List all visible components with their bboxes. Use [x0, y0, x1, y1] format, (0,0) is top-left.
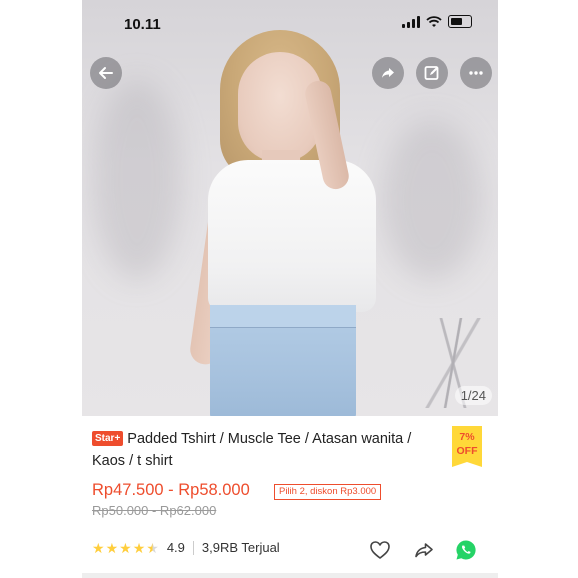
jeans-waistband — [210, 305, 356, 328]
discount-label: OFF — [456, 445, 478, 457]
wall-shadow — [92, 80, 182, 280]
half-star-icon: ★ — [146, 539, 159, 556]
phone-screen: 10.11 1/24 Star+ Padded Tshirt / Muscle … — [82, 0, 498, 578]
wall-shadow — [382, 120, 482, 280]
sold-count: 3,9RB Terjual — [201, 540, 280, 555]
signal-icon — [402, 15, 420, 28]
left-margin — [0, 0, 82, 578]
share-icon — [415, 543, 433, 558]
status-icons — [402, 15, 472, 28]
star-icon: ★ — [92, 539, 105, 556]
heart-icon — [370, 541, 390, 559]
whatsapp-icon — [456, 540, 476, 560]
image-counter: 1/24 — [454, 386, 492, 405]
back-button[interactable] — [90, 57, 122, 89]
product-title: Star+ Padded Tshirt / Muscle Tee / Atasan… — [92, 428, 437, 472]
discount-badge: 7% OFF — [452, 426, 482, 467]
share-icon — [382, 68, 394, 78]
status-time: 10.11 — [124, 16, 161, 33]
star-plus-badge: Star+ — [92, 431, 124, 446]
star-icon: ★ — [132, 539, 146, 556]
price-range: Rp47.500 - Rp58.000 — [92, 481, 250, 499]
rating-row: ★ ★ ★ ★ ★ 4.9 3,9RB Terjual — [92, 540, 280, 555]
section-divider — [82, 573, 498, 578]
product-image[interactable]: 10.11 1/24 — [82, 0, 498, 416]
right-margin — [498, 0, 578, 578]
rating-value: 4.9 — [166, 540, 185, 555]
share-product-button[interactable] — [412, 538, 436, 562]
whatsapp-share-button[interactable] — [454, 538, 478, 562]
divider — [192, 540, 194, 555]
discount-percent: 7% — [459, 431, 475, 443]
wifi-icon — [426, 15, 442, 27]
share-button[interactable] — [372, 57, 404, 89]
arrow-left-icon — [99, 67, 113, 79]
favorite-button[interactable] — [368, 538, 392, 562]
star-icon: ★ — [119, 539, 132, 556]
edit-button[interactable] — [416, 57, 448, 89]
more-icon — [469, 71, 483, 75]
rating-stars: ★ ★ ★ ★ ★ — [92, 541, 159, 555]
battery-icon — [448, 15, 472, 28]
original-price: Rp50.000 - Rp62.000 — [92, 503, 217, 518]
edit-icon — [424, 66, 439, 80]
product-title-text: Padded Tshirt / Muscle Tee / Atasan wani… — [92, 431, 412, 469]
star-icon: ★ — [105, 539, 119, 556]
more-button[interactable] — [460, 57, 492, 89]
model-shirt — [208, 160, 376, 312]
promo-tag[interactable]: Pilih 2, diskon Rp3.000 — [274, 484, 382, 500]
